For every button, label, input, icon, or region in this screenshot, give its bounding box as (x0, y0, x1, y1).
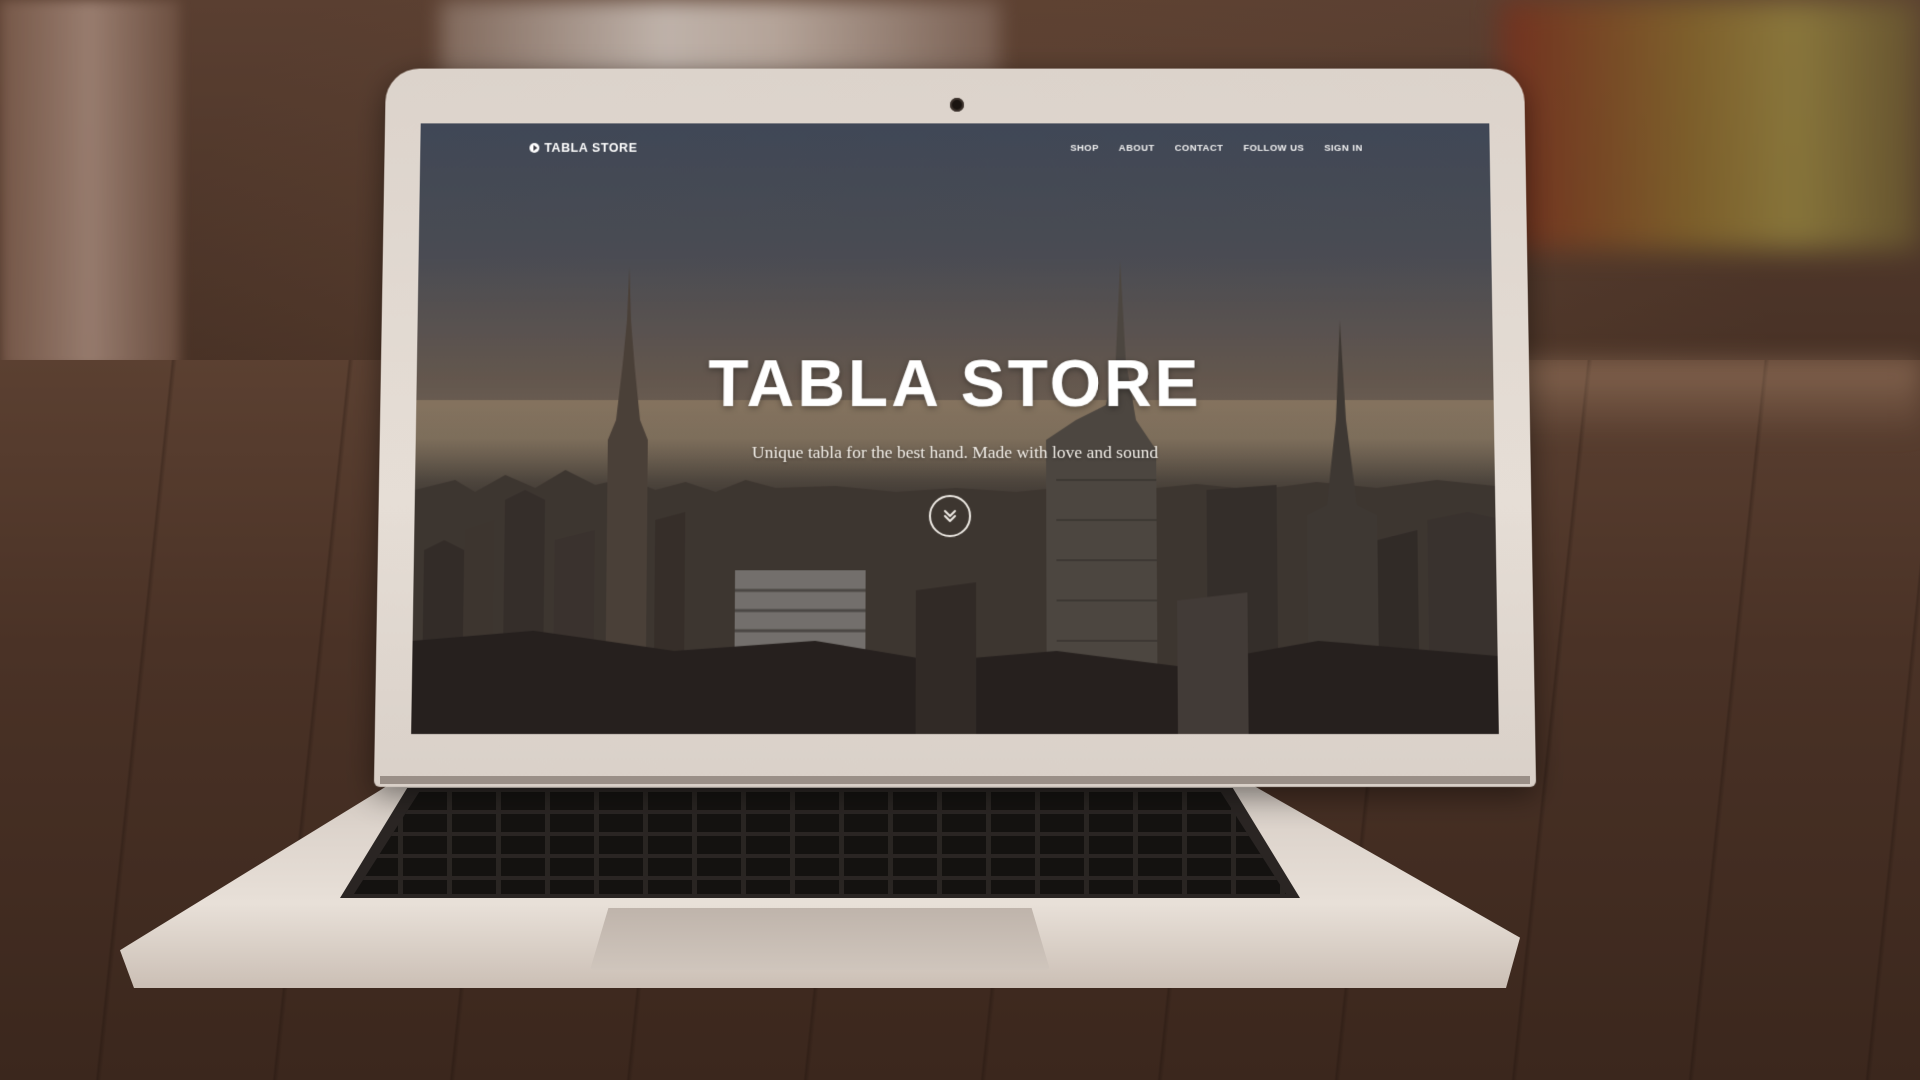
laptop-lid: TABLA STORE SHOP ABOUT CONTACT FOLLOW US… (373, 68, 1537, 787)
site-navbar: TABLA STORE SHOP ABOUT CONTACT FOLLOW US… (420, 123, 1490, 182)
play-circle-icon (529, 143, 540, 153)
double-chevron-down-icon (941, 507, 959, 525)
nav-contact-link[interactable]: CONTACT (1175, 143, 1224, 154)
laptop-hinge (380, 776, 1530, 784)
scroll-down-button[interactable] (928, 494, 972, 538)
keyboard-rows (354, 792, 1286, 894)
webcam-icon (950, 97, 964, 112)
laptop-screen: TABLA STORE SHOP ABOUT CONTACT FOLLOW US… (411, 123, 1499, 735)
hero-subtitle: Unique tabla for the best hand. Made wit… (751, 441, 1159, 462)
background-shelf (1500, 0, 1920, 250)
brand-name: TABLA STORE (544, 141, 638, 155)
nav-shop-link[interactable]: SHOP (1070, 143, 1099, 154)
nav-follow-us-link[interactable]: FOLLOW US (1243, 143, 1304, 154)
nav-menu: SHOP ABOUT CONTACT FOLLOW US SIGN IN (1070, 143, 1363, 154)
hero-title: TABLA STORE (708, 346, 1202, 421)
background-pillar (0, 0, 180, 370)
brand-logo-link[interactable]: TABLA STORE (529, 141, 638, 155)
floor-light-reflection (1500, 360, 1920, 440)
nav-about-link[interactable]: ABOUT (1119, 143, 1155, 154)
nav-sign-in-link[interactable]: SIGN IN (1324, 143, 1363, 154)
hero-overlay (411, 123, 1499, 735)
photo-scene: TABLA STORE SHOP ABOUT CONTACT FOLLOW US… (0, 0, 1920, 1080)
laptop-trackpad (590, 908, 1050, 970)
laptop-keyboard (340, 788, 1300, 898)
